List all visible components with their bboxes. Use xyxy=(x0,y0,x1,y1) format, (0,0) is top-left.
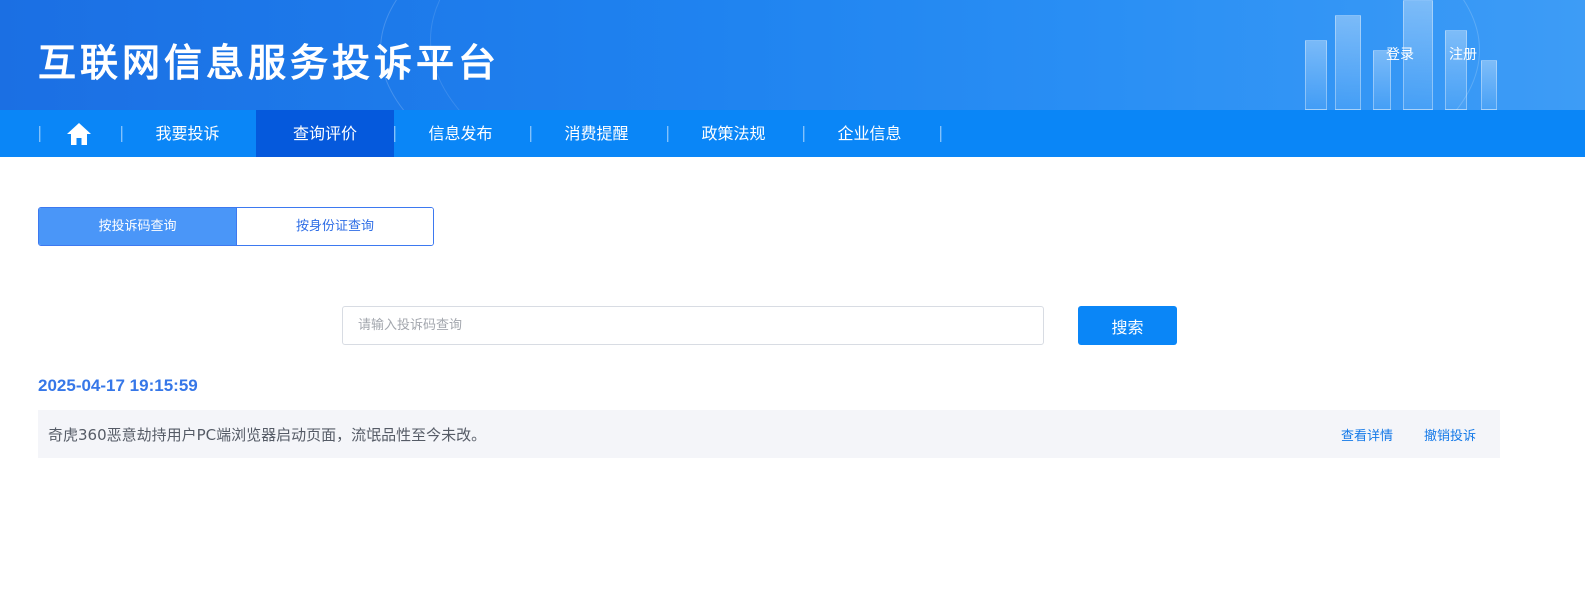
nav-separator: | xyxy=(528,123,534,142)
tab-query-by-code[interactable]: 按投诉码查询 xyxy=(39,208,236,245)
login-link[interactable]: 登录 xyxy=(1386,44,1414,64)
nav-separator: | xyxy=(392,123,398,142)
record-text: 奇虎360恶意劫持用户PC端浏览器启动页面，流氓品性至今未改。 xyxy=(48,426,487,444)
nav-item-complaint[interactable]: 我要投诉 xyxy=(124,110,251,157)
nav-item-policy[interactable]: 政策法规 xyxy=(670,110,797,157)
search-button[interactable]: 搜索 xyxy=(1078,306,1177,345)
site-header: 互联网信息服务投诉平台 登录 注册 xyxy=(0,0,1585,110)
nav-separator: | xyxy=(665,123,671,142)
nav-separator: | xyxy=(801,123,807,142)
query-mode-tabs: 按投诉码查询 按身份证查询 xyxy=(38,207,434,246)
nav-item-consumer-alert[interactable]: 消费提醒 xyxy=(533,110,660,157)
nav-separator: | xyxy=(119,123,125,142)
nav-item-info-release[interactable]: 信息发布 xyxy=(397,110,524,157)
record-timestamp: 2025-04-17 19:15:59 xyxy=(38,376,198,395)
nav-item-enterprise[interactable]: 企业信息 xyxy=(806,110,933,157)
register-link[interactable]: 注册 xyxy=(1449,44,1477,64)
nav-separator: | xyxy=(37,123,43,142)
nav-item-query[interactable]: 查询评价 xyxy=(256,110,394,157)
city-skyline-graphic xyxy=(1285,0,1585,110)
tab-query-by-id[interactable]: 按身份证查询 xyxy=(236,208,433,245)
view-detail-link[interactable]: 查看详情 xyxy=(1341,425,1393,444)
home-icon[interactable] xyxy=(66,122,92,146)
nav-separator: | xyxy=(938,123,944,142)
site-title: 互联网信息服务投诉平台 xyxy=(38,41,501,85)
search-input[interactable] xyxy=(342,306,1044,345)
main-nav: | | 我要投诉 查询评价 | 信息发布 | 消费提醒 | 政策法规 | 企业信… xyxy=(0,110,1585,157)
cancel-complaint-link[interactable]: 撤销投诉 xyxy=(1424,425,1476,444)
complaint-record: 奇虎360恶意劫持用户PC端浏览器启动页面，流氓品性至今未改。 查看详情 撤销投… xyxy=(38,410,1500,458)
